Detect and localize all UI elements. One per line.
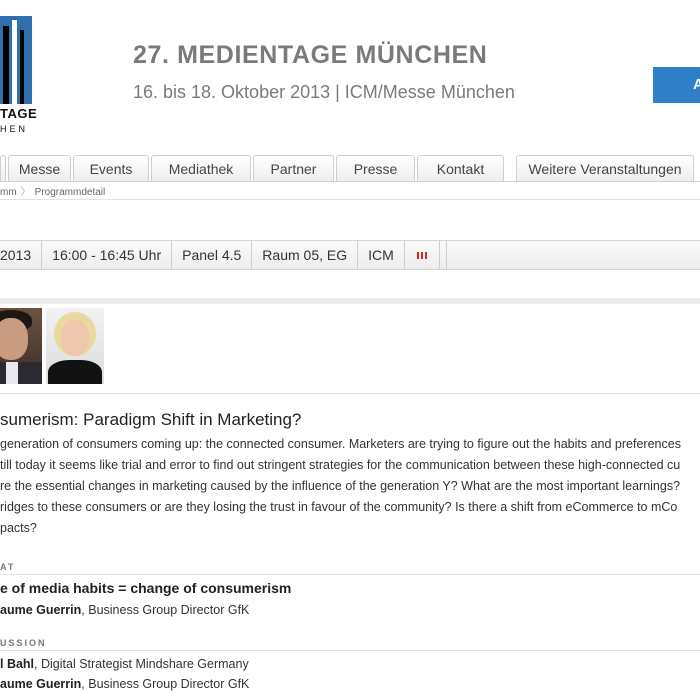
divider bbox=[0, 393, 700, 394]
event-dates: 16. bis 18. Oktober 2013 | ICM/Messe Mün… bbox=[133, 82, 515, 102]
main-navigation: Messe Events Mediathek Partner Presse Ko… bbox=[0, 155, 696, 181]
description-line: till today it seems like trial and error… bbox=[0, 458, 681, 472]
header-action-button[interactable]: A bbox=[653, 67, 700, 103]
keynote-speaker: aume Guerrin, Business Group Director Gf… bbox=[0, 603, 249, 617]
speaker-photo-male[interactable] bbox=[0, 308, 42, 384]
tab-home[interactable] bbox=[0, 155, 6, 181]
tab-messe[interactable]: Messe bbox=[8, 155, 71, 181]
participant-name[interactable]: aume Guerrin bbox=[0, 677, 81, 691]
tab-presse[interactable]: Presse bbox=[336, 155, 415, 181]
speaker-role: , Business Group Director GfK bbox=[81, 603, 250, 617]
logo-text-bottom: HEN bbox=[0, 124, 29, 134]
discussion-participant: aume Guerrin, Business Group Director Gf… bbox=[0, 677, 249, 691]
session-venue: ICM bbox=[358, 241, 405, 269]
description-line: pacts? bbox=[0, 521, 37, 535]
description-line: ridges to these consumers or are they lo… bbox=[0, 500, 678, 514]
description-line: re the essential changes in marketing ca… bbox=[0, 479, 681, 493]
divider bbox=[0, 199, 700, 200]
divider bbox=[0, 574, 700, 575]
tab-weitere-veranstaltungen[interactable]: Weitere Veranstaltungen bbox=[516, 155, 694, 181]
participant-role: , Business Group Director GfK bbox=[81, 677, 250, 691]
description-line: generation of consumers coming up: the c… bbox=[0, 437, 681, 451]
logo-mark bbox=[0, 16, 32, 104]
speaker-name[interactable]: aume Guerrin bbox=[0, 603, 81, 617]
participant-name[interactable]: l Bahl bbox=[0, 657, 34, 671]
participant-role: , Digital Strategist Mindshare Germany bbox=[34, 657, 249, 671]
tab-partner[interactable]: Partner bbox=[253, 155, 334, 181]
session-date: 2013 bbox=[0, 241, 43, 269]
logo-text-top: TAGE bbox=[0, 106, 38, 121]
tab-mediathek[interactable]: Mediathek bbox=[151, 155, 251, 181]
session-time: 16:00 - 16:45 Uhr bbox=[42, 241, 173, 269]
discussion-participant: l Bahl, Digital Strategist Mindshare Ger… bbox=[0, 657, 249, 671]
medientage-logo[interactable]: TAGE HEN bbox=[0, 14, 38, 134]
breadcrumb: mm 〉 Programmdetail bbox=[0, 183, 105, 198]
breadcrumb-separator-icon: 〉 bbox=[20, 187, 31, 198]
session-room: Raum 05, EG bbox=[252, 241, 359, 269]
infobar-spacer bbox=[440, 241, 447, 269]
keynote-title: e of media habits = change of consumeris… bbox=[0, 580, 292, 596]
breadcrumb-current: Programmdetail bbox=[34, 187, 106, 198]
breadcrumb-parent[interactable]: mm bbox=[0, 187, 17, 198]
discussion-label: USSION bbox=[0, 638, 47, 648]
session-description: generation of consumers coming up: the c… bbox=[0, 434, 700, 539]
session-info-bar: 2013 16:00 - 16:45 Uhr Panel 4.5 Raum 05… bbox=[0, 240, 700, 270]
session-panel: Panel 4.5 bbox=[172, 241, 253, 269]
calendar-icon[interactable] bbox=[405, 241, 440, 269]
tab-events[interactable]: Events bbox=[73, 155, 149, 181]
speaker-photo-female[interactable] bbox=[46, 308, 104, 384]
tab-kontakt[interactable]: Kontakt bbox=[417, 155, 504, 181]
session-title: sumerism: Paradigm Shift in Marketing? bbox=[0, 410, 302, 429]
divider bbox=[0, 650, 700, 651]
keynote-label: AT bbox=[0, 562, 16, 572]
section-band bbox=[0, 298, 700, 304]
page-title: 27. MEDIENTAGE MÜNCHEN bbox=[133, 41, 488, 69]
